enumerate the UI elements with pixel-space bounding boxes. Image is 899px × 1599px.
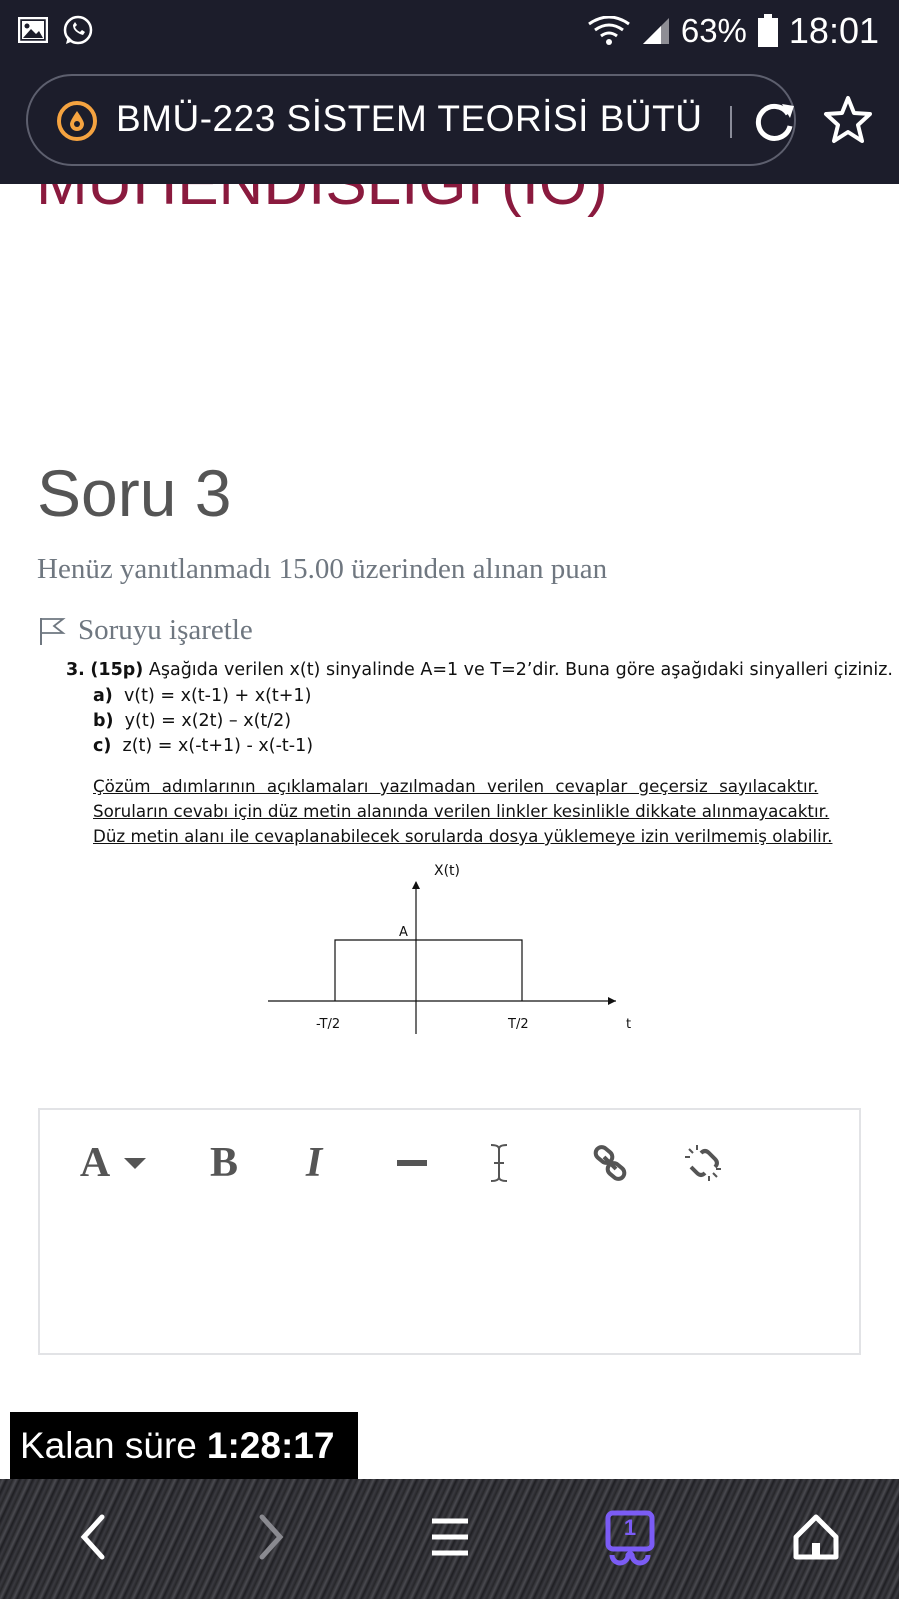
menu-icon[interactable] (420, 1507, 480, 1567)
address-bar[interactable]: BMÜ-223 SİSTEM TEORİSİ BÜTÜ (26, 74, 796, 166)
battery-icon (757, 14, 778, 47)
unlink-icon (685, 1145, 721, 1181)
flag-question-link[interactable]: Soruyu işaretle (38, 614, 253, 647)
chevron-down-icon (124, 1158, 147, 1169)
cursor-icon (490, 1144, 508, 1182)
x-axis-arrow (608, 997, 616, 1005)
clock: 18:01 (788, 10, 879, 51)
bottom-navigation: 1 (0, 1479, 899, 1599)
question-prompt: 3. (15p) Aşağıda verilen x(t) sinyalinde… (66, 660, 893, 680)
home-icon[interactable] (786, 1507, 846, 1567)
timer-label: Kalan süre (20, 1424, 197, 1466)
battery-percent: 63% (680, 12, 747, 49)
italic-button[interactable]: I (294, 1138, 334, 1188)
tick-right: T/2 (507, 1017, 529, 1032)
note-line: Çözüm adımlarının açıklamaları yazılmada… (93, 776, 819, 796)
amplitude-label: A (399, 925, 408, 940)
divider (730, 106, 732, 138)
wifi-icon (587, 16, 630, 45)
font-style-button[interactable]: A (68, 1138, 158, 1188)
flag-icon (40, 617, 66, 645)
note-line: Soruların cevabı için düz metin alanında… (93, 801, 830, 821)
link-icon (593, 1145, 627, 1181)
flag-label: Soruyu işaretle (78, 614, 253, 646)
y-axis-arrow (412, 881, 420, 889)
text-cursor-button[interactable] (484, 1138, 514, 1188)
question-item-a: a) v(t) = x(t-1) + x(t+1) (93, 686, 312, 706)
forward-icon[interactable] (240, 1507, 300, 1567)
answer-text-area[interactable] (42, 1206, 857, 1351)
answer-editor: A B I (38, 1108, 861, 1355)
tabs-button[interactable]: 1 (600, 1507, 660, 1567)
question-item-c: c) z(t) = x(-t+1) - x(-t-1) (93, 736, 314, 756)
timer-value: 1:28:17 (206, 1424, 335, 1466)
star-icon[interactable] (822, 94, 874, 146)
status-bar: 63% 18:01 (0, 0, 899, 62)
question-title: Soru 3 (37, 456, 232, 530)
remaining-time: Kalan süre 1:28:17 (10, 1412, 358, 1479)
note-line: Düz metin alanı ile cevaplanabilecek sor… (93, 826, 833, 846)
hr-icon (397, 1160, 427, 1166)
question-status: Henüz yanıtlanmadı 15.00 üzerinden alına… (37, 553, 608, 585)
question-item-b: b) y(t) = x(2t) – x(t/2) (93, 711, 292, 731)
reload-icon[interactable] (750, 98, 798, 146)
tick-left: -T/2 (316, 1017, 340, 1032)
page-title: BMÜ-223 SİSTEM TEORİSİ BÜTÜ (116, 98, 703, 139)
remove-link-button[interactable] (680, 1138, 726, 1188)
back-icon[interactable] (64, 1507, 124, 1567)
bold-button[interactable]: B (200, 1138, 248, 1188)
whatsapp-icon (63, 15, 93, 45)
browser-toolbar: BMÜ-223 SİSTEM TEORİSİ BÜTÜ (0, 62, 899, 184)
tab-count: 1 (623, 1515, 637, 1540)
gallery-icon (18, 17, 48, 43)
course-title: MÜHENDİSLİĞİ (İÖ) (36, 184, 636, 222)
pulse (334, 939, 523, 1001)
horizontal-rule-button[interactable] (392, 1138, 432, 1188)
insert-link-button[interactable] (588, 1138, 632, 1188)
x-label: t (626, 1017, 631, 1032)
graph-y-label: X(t) (434, 863, 460, 879)
signal-icon (642, 18, 669, 44)
signal-graph: X(t) A -T/2 T/2 t (268, 863, 631, 1034)
site-icon (57, 101, 97, 141)
